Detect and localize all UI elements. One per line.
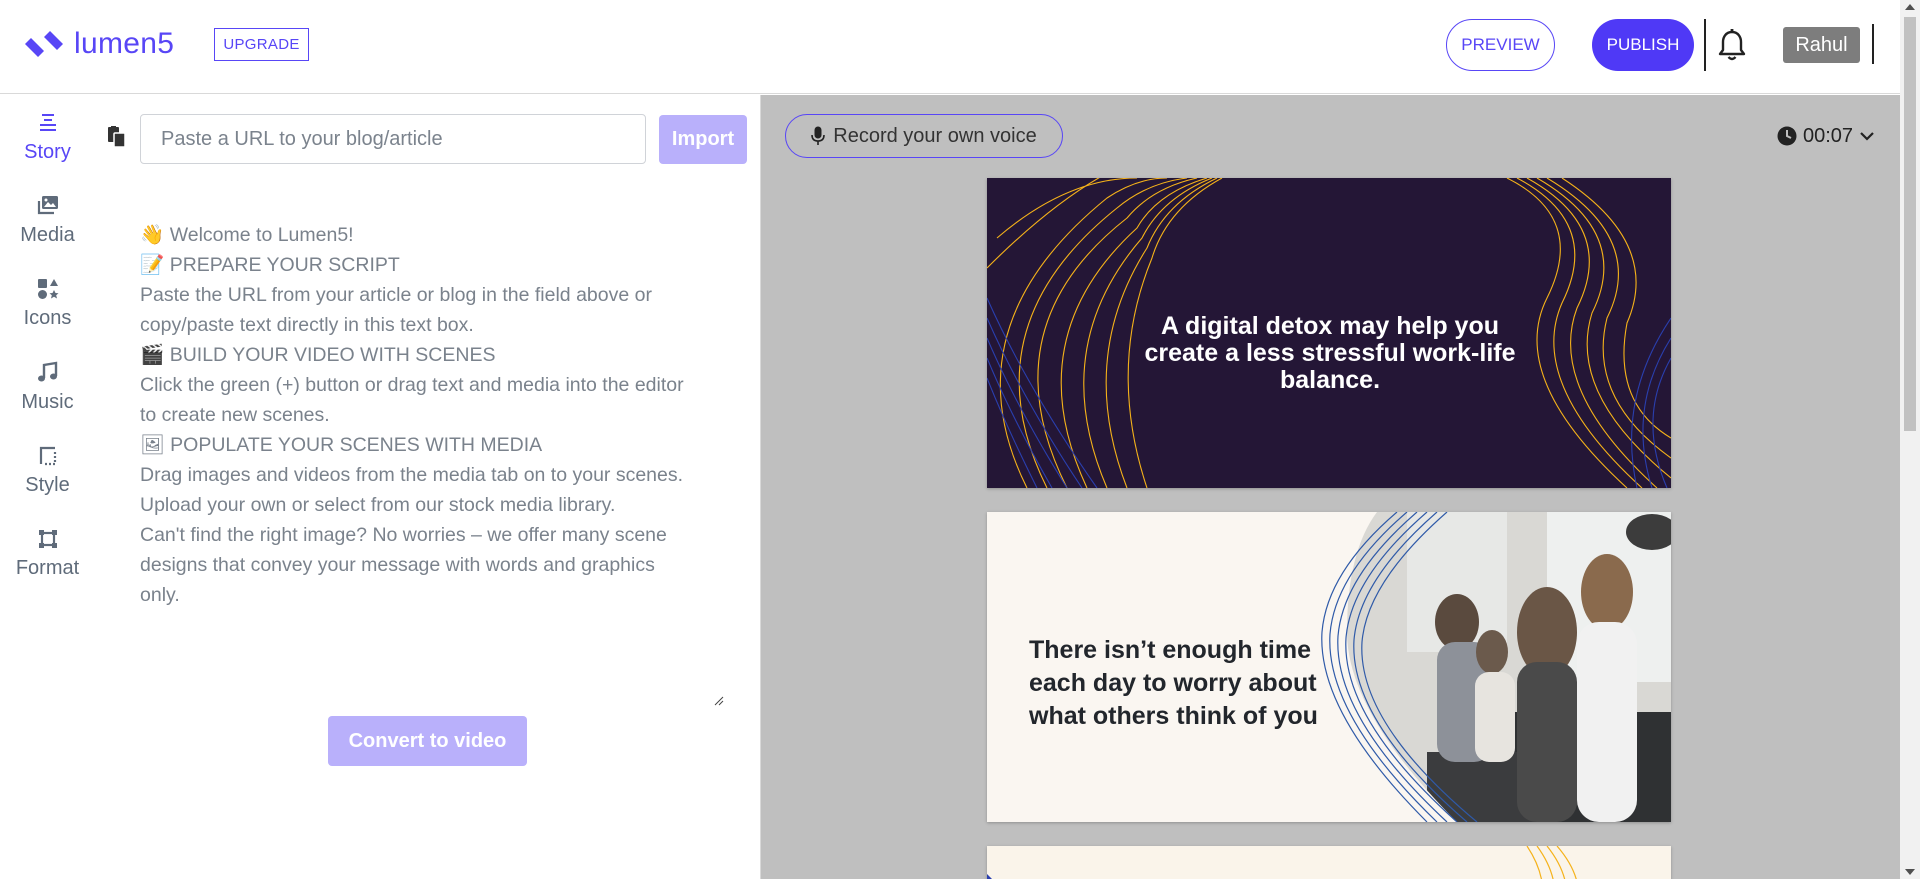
sidebar-item-style[interactable]: Style [0, 443, 95, 513]
microphone-icon [811, 126, 826, 145]
url-input[interactable] [140, 114, 646, 164]
sidebar-item-format[interactable]: Format [0, 526, 95, 596]
scene-line-art [987, 846, 1577, 879]
paste-clipboard-icon[interactable] [105, 125, 129, 149]
scene-card[interactable] [987, 846, 1671, 879]
sidebar-item-story[interactable]: Story [0, 110, 95, 180]
scroll-down-arrow-icon[interactable] [1905, 869, 1915, 875]
story-panel: Import 👋 Welcome to Lumen5! 📝 PREPARE YO… [95, 95, 760, 879]
clock-icon [1777, 126, 1797, 146]
scene-card[interactable]: There isn’t enough time each day to worr… [987, 512, 1671, 822]
scene-caption: There isn’t enough time each day to worr… [1029, 636, 1318, 730]
sidebar-item-label: Media [20, 224, 75, 246]
script-line: to create new scenes. [140, 404, 330, 426]
duration-value: 00:07 [1803, 124, 1854, 147]
chevron-down-icon [1860, 132, 1874, 141]
script-line: 📝 PREPARE YOUR SCRIPT [140, 254, 400, 276]
script-line: 👋 Welcome to Lumen5! [140, 224, 354, 246]
import-button[interactable]: Import [659, 115, 747, 164]
sidebar-item-music[interactable]: Music [0, 360, 95, 430]
preview-area: Record your own voice 00:07 A digital de… [760, 95, 1900, 879]
sidebar: Story Media Icons Music Style Format [0, 95, 95, 879]
record-voice-button[interactable]: Record your own voice [785, 114, 1063, 158]
format-icon [38, 530, 57, 548]
resize-grip-icon[interactable] [714, 696, 724, 706]
script-line: designs that convey your message with wo… [140, 554, 655, 576]
sidebar-item-label: Style [25, 474, 70, 496]
header-divider [1704, 19, 1706, 71]
publish-button[interactable]: PUBLISH [1592, 19, 1694, 71]
sidebar-item-label: Format [15, 557, 80, 579]
music-icon [37, 361, 57, 382]
page-scrollbar[interactable] [1900, 0, 1920, 879]
media-icon [37, 196, 58, 215]
style-icon [39, 446, 56, 466]
top-bar: lumen5 UPGRADE PREVIEW PUBLISH Rahul [0, 0, 1900, 94]
convert-to-video-button[interactable]: Convert to video [328, 716, 527, 766]
sidebar-item-label: Icons [23, 307, 72, 329]
scene-caption: A digital detox may help you create a le… [1144, 312, 1516, 394]
user-menu-button[interactable]: Rahul [1783, 27, 1860, 63]
brand-name: lumen5 [74, 27, 175, 60]
logo[interactable]: lumen5 [22, 22, 174, 66]
script-line: Click the green (+) button or drag text … [140, 374, 684, 396]
sidebar-item-label: Music [21, 391, 74, 413]
scroll-up-arrow-icon[interactable] [1905, 4, 1915, 10]
scroll-thumb[interactable] [1904, 17, 1916, 431]
script-textarea[interactable]: 👋 Welcome to Lumen5! 📝 PREPARE YOUR SCRI… [140, 220, 725, 710]
story-icon [39, 114, 56, 131]
script-line: copy/paste text directly in this text bo… [140, 314, 474, 336]
header-divider [1872, 24, 1874, 64]
script-line: Drag images and videos from the media ta… [140, 464, 684, 486]
script-line: Upload your own or select from our stock… [140, 494, 616, 516]
record-voice-label: Record your own voice [833, 124, 1037, 147]
script-line: 🖼 POPULATE YOUR SCENES WITH MEDIA [140, 434, 543, 456]
icons-icon [37, 279, 58, 299]
sidebar-item-label: Story [24, 141, 71, 163]
script-line: 🎬 BUILD YOUR VIDEO WITH SCENES [140, 344, 496, 366]
bell-icon[interactable] [1716, 28, 1748, 62]
lumen5-logo-icon [25, 25, 63, 63]
script-line: Can't find the right image? No worries –… [140, 524, 667, 546]
sidebar-item-icons[interactable]: Icons [0, 276, 95, 346]
scene-card[interactable]: A digital detox may help you create a le… [987, 178, 1671, 488]
duration-dropdown[interactable]: 00:07 [1777, 122, 1875, 150]
script-line: Paste the URL from your article or blog … [140, 284, 652, 306]
script-line: only. [140, 584, 180, 606]
sidebar-item-media[interactable]: Media [0, 193, 95, 263]
upgrade-button[interactable]: UPGRADE [214, 28, 309, 61]
preview-button[interactable]: PREVIEW [1446, 19, 1555, 71]
